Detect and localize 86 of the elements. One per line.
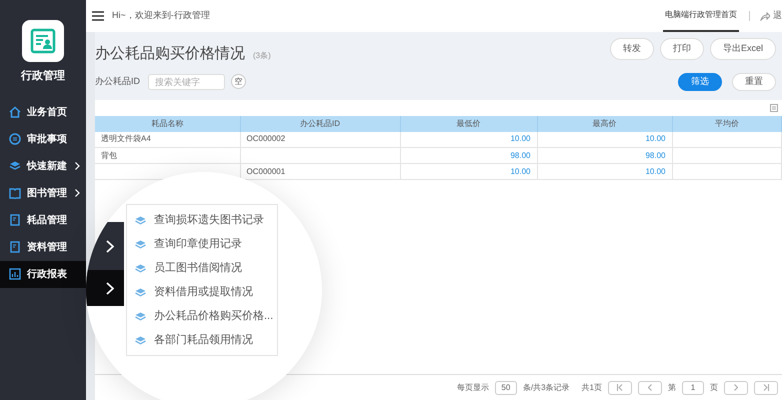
column-header: 最低价 bbox=[400, 116, 537, 132]
page-number-field[interactable]: 1 bbox=[682, 380, 704, 394]
filter-button[interactable]: 筛选 bbox=[678, 72, 722, 90]
sidebar-label: 行政报表 bbox=[27, 268, 67, 282]
layers-icon bbox=[135, 264, 146, 272]
table-cell: 10.00 bbox=[510, 166, 530, 176]
page-suffix: 页 bbox=[710, 382, 718, 394]
book-icon bbox=[9, 187, 21, 199]
table-cell: 10.00 bbox=[510, 134, 530, 144]
page-prefix: 第 bbox=[668, 382, 676, 394]
chevron-right-icon[interactable] bbox=[106, 240, 114, 252]
per-page-label: 每页显示 bbox=[456, 382, 489, 394]
submenu-item[interactable]: 查询损坏遗失图书记录 bbox=[127, 208, 277, 232]
column-header: 耗品名称 bbox=[95, 116, 240, 132]
chevron-left-icon bbox=[648, 384, 652, 391]
column-header: 平均价 bbox=[672, 116, 782, 132]
sidebar-label: 业务首页 bbox=[27, 106, 67, 120]
sidebar-label: 快速新建 bbox=[27, 159, 67, 174]
sidebar-item[interactable]: 资料管理 bbox=[0, 234, 86, 260]
page-total: 共1页 bbox=[582, 382, 602, 394]
chevron-right-icon bbox=[75, 162, 80, 170]
sidebar-label: 耗品管理 bbox=[27, 214, 67, 228]
sidebar-item[interactable]: 快速新建 bbox=[0, 152, 86, 180]
sidebar-item[interactable]: 图书管理 bbox=[0, 180, 86, 206]
clear-button[interactable]: 空 bbox=[231, 74, 246, 89]
record-summary: 条/共3条记录 bbox=[522, 382, 570, 394]
document-icon bbox=[9, 214, 21, 226]
action-button[interactable]: 导出Excel bbox=[710, 38, 776, 60]
share-arrow-icon[interactable] bbox=[760, 12, 770, 20]
next-page-button[interactable] bbox=[724, 380, 748, 394]
column-header: 最高价 bbox=[537, 116, 672, 132]
logout-link[interactable]: 退 bbox=[773, 9, 782, 23]
submenu-item[interactable]: 办公耗品价格购买价格... bbox=[127, 304, 277, 328]
chart-icon bbox=[9, 268, 21, 280]
sidebar-item[interactable]: 行政报表 bbox=[0, 260, 86, 288]
sidebar-item[interactable]: 审批事项 bbox=[0, 126, 86, 152]
table-cell: OC000002 bbox=[246, 134, 286, 144]
per-page-field[interactable]: 50 bbox=[494, 380, 517, 394]
circle-icon bbox=[9, 133, 21, 145]
sidebar-label: 资料管理 bbox=[27, 240, 67, 254]
last-page-icon bbox=[763, 384, 769, 391]
chevron-right-icon bbox=[75, 189, 80, 197]
sidebar-label: 图书管理 bbox=[27, 186, 67, 200]
layers-icon bbox=[135, 216, 146, 224]
chevron-right-icon bbox=[106, 282, 114, 294]
id-card-icon bbox=[30, 28, 56, 54]
table-cell: 98.00 bbox=[645, 150, 666, 160]
layers-icon bbox=[135, 336, 146, 344]
sidebar-label: 审批事项 bbox=[27, 132, 67, 146]
submenu-item[interactable]: 员工图书借阅情况 bbox=[127, 256, 277, 280]
submenu-item[interactable]: 查询印章使用记录 bbox=[127, 232, 277, 256]
page-title: 办公耗品购买价格情况 bbox=[95, 44, 245, 64]
table-cell: 98.00 bbox=[510, 150, 530, 160]
table-cell: OC000001 bbox=[246, 166, 286, 176]
column-settings-icon[interactable] bbox=[770, 104, 778, 112]
record-count: (3条) bbox=[253, 50, 271, 62]
greeting-text: Hi~，欢迎来到-行政管理 bbox=[112, 9, 210, 22]
table-cell: 透明文件袋A4 bbox=[101, 134, 151, 144]
sidebar-item[interactable]: 业务首页 bbox=[0, 98, 86, 126]
first-page-button[interactable] bbox=[608, 380, 632, 394]
chevron-right-icon bbox=[734, 384, 738, 391]
nav-tab[interactable]: 电脑端行政管理首页 bbox=[663, 0, 739, 32]
home-icon bbox=[9, 106, 21, 118]
magnified-selected-row[interactable] bbox=[86, 270, 124, 306]
previous-page-button[interactable] bbox=[638, 380, 662, 394]
table-cell: 背包 bbox=[101, 150, 117, 160]
table-cell: 10.00 bbox=[645, 134, 666, 144]
last-page-button[interactable] bbox=[754, 380, 778, 394]
reset-button[interactable]: 重置 bbox=[732, 72, 776, 90]
action-button[interactable]: 打印 bbox=[660, 38, 704, 60]
document-icon bbox=[9, 241, 21, 253]
action-button[interactable]: 转发 bbox=[610, 38, 654, 60]
search-field[interactable]: 搜索关键字 bbox=[148, 74, 225, 90]
table-cell: 10.00 bbox=[645, 166, 666, 176]
layers-icon bbox=[135, 312, 146, 320]
layers-icon bbox=[135, 240, 146, 248]
submenu-item[interactable]: 各部门耗品领用情况 bbox=[127, 328, 277, 352]
app-name: 行政管理 bbox=[20, 69, 66, 84]
sidebar-item[interactable]: 耗品管理 bbox=[0, 206, 86, 234]
layers-icon bbox=[135, 288, 146, 296]
column-header: 办公耗品ID bbox=[240, 116, 400, 132]
menu-icon[interactable] bbox=[92, 11, 104, 21]
first-page-icon bbox=[617, 384, 623, 391]
filter-label: 办公耗品ID bbox=[95, 74, 140, 88]
layers-icon bbox=[9, 160, 21, 172]
submenu-item[interactable]: 资料借用或提取情况 bbox=[127, 280, 277, 304]
